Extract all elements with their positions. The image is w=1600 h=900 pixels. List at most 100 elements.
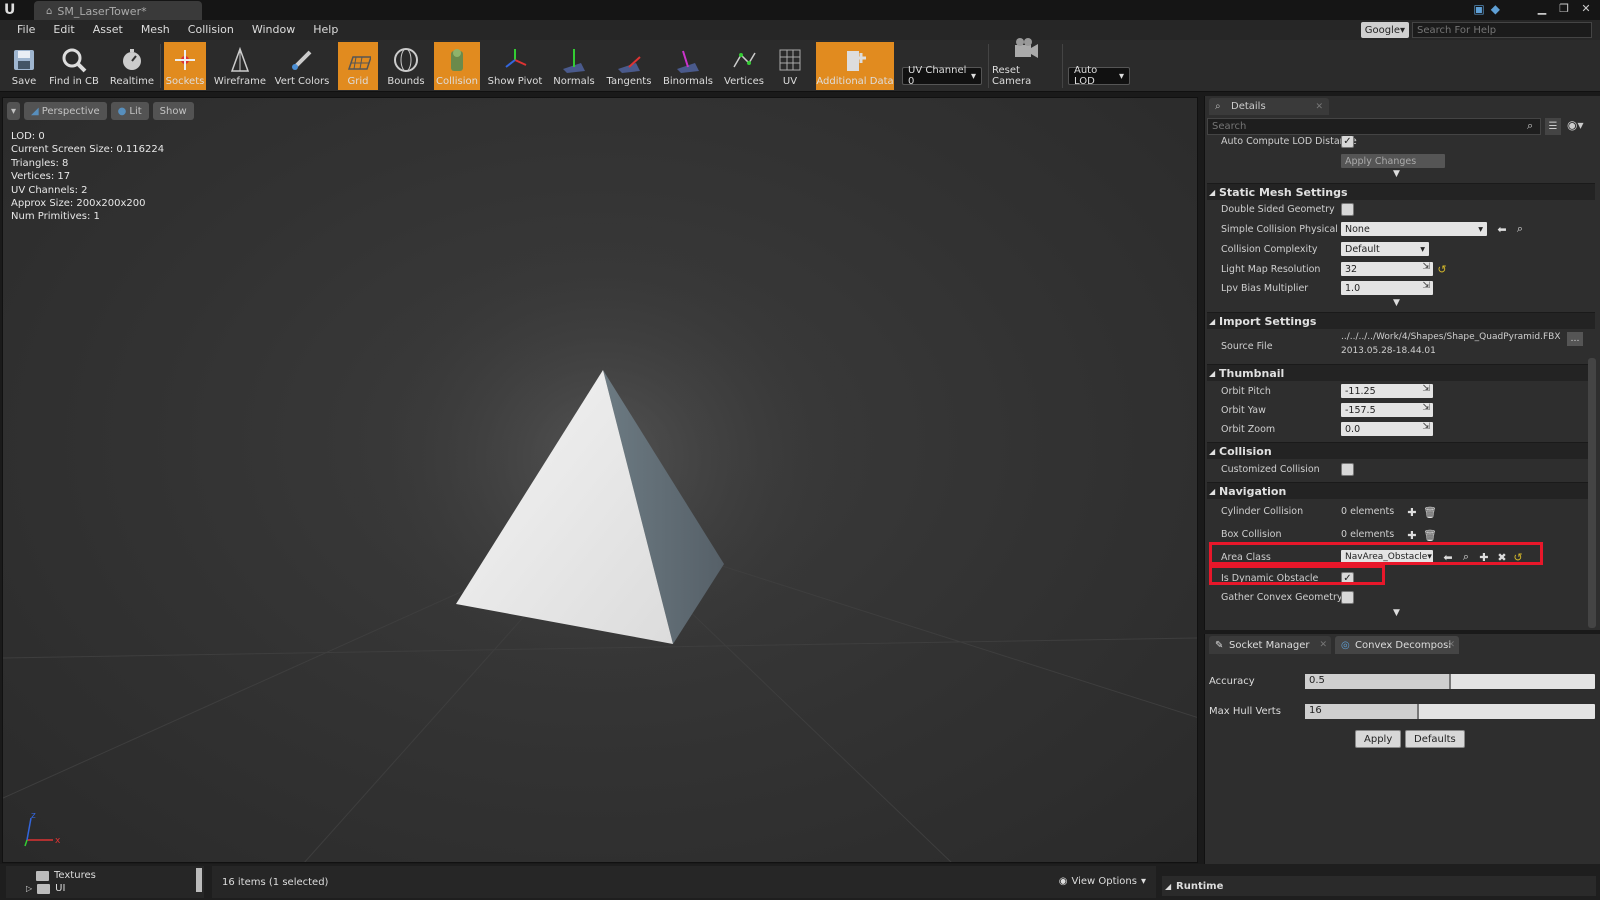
customized-collision-checkbox[interactable] xyxy=(1341,463,1354,476)
menu-edit[interactable]: Edit xyxy=(44,23,83,36)
menu-help[interactable]: Help xyxy=(304,23,347,36)
window-controls: ▁ ❐ ✕ xyxy=(1534,1,1594,15)
tangents-label: Tangents xyxy=(606,76,652,87)
tangents-button[interactable]: Tangents xyxy=(604,42,654,90)
additional-data-button[interactable]: Additional Data xyxy=(816,42,894,90)
max-hull-verts-slider[interactable]: 16 xyxy=(1305,704,1595,719)
close-icon[interactable]: ✕ xyxy=(1319,640,1327,650)
category-collision[interactable]: ◢ Collision xyxy=(1207,442,1595,459)
list-view-icon[interactable]: ☰ xyxy=(1545,118,1561,135)
uv-channel-dropdown[interactable]: UV Channel 0 ▾ xyxy=(902,65,982,87)
menu-file[interactable]: File xyxy=(8,23,44,36)
expand-arrow-icon[interactable]: ▼ xyxy=(1393,169,1400,179)
normals-button[interactable]: Normals xyxy=(550,42,598,90)
browse-file-button[interactable]: … xyxy=(1567,332,1583,346)
details-scrollbar[interactable] xyxy=(1588,358,1596,628)
category-thumbnail[interactable]: ◢ Thumbnail xyxy=(1207,364,1595,381)
details-search-input[interactable] xyxy=(1207,118,1541,135)
browse-search-icon[interactable]: ⌕ xyxy=(1513,222,1527,236)
defaults-button[interactable]: Defaults xyxy=(1405,730,1465,748)
home-icon: ⌂ xyxy=(46,6,53,17)
menu-collision[interactable]: Collision xyxy=(179,23,243,36)
sockets-button[interactable]: Sockets xyxy=(164,42,206,90)
document-tab[interactable]: ⌂ SM_LaserTower* xyxy=(34,1,202,20)
vertices-button[interactable]: Vertices xyxy=(720,42,768,90)
wireframe-button[interactable]: Wireframe xyxy=(212,42,268,90)
menu-window[interactable]: Window xyxy=(243,23,304,36)
tab-socket-manager[interactable]: ✎ Socket Manager ✕ xyxy=(1209,636,1331,654)
chevron-down-icon: ▾ xyxy=(1420,243,1425,255)
bounds-button[interactable]: Bounds xyxy=(384,42,428,90)
vert-colors-button[interactable]: Vert Colors xyxy=(272,42,332,90)
runtime-category[interactable]: ◢ Runtime xyxy=(1162,876,1596,896)
sockets-icon xyxy=(171,46,199,74)
simple-collision-dropdown[interactable]: None ▾ xyxy=(1341,222,1487,236)
uv-button[interactable]: UV xyxy=(772,42,808,90)
find-in-cb-button[interactable]: Find in CB xyxy=(48,42,100,90)
expand-arrow-icon[interactable]: ▼ xyxy=(1393,608,1400,618)
close-icon[interactable]: ✕ xyxy=(1578,1,1594,15)
normals-label: Normals xyxy=(553,76,595,87)
perspective-label: Perspective xyxy=(41,105,100,117)
binormals-button[interactable]: Binormals xyxy=(660,42,716,90)
light-map-input[interactable]: 32 xyxy=(1341,262,1433,276)
trash-icon[interactable]: 🗑 xyxy=(1423,528,1437,542)
accuracy-slider-handle[interactable] xyxy=(1449,674,1451,689)
uv-label: UV xyxy=(782,76,798,87)
trash-icon[interactable]: 🗑 xyxy=(1423,505,1437,519)
gather-convex-checkbox[interactable] xyxy=(1341,591,1354,604)
reset-camera-button[interactable]: Reset Camera xyxy=(992,38,1058,90)
double-sided-checkbox[interactable] xyxy=(1341,203,1354,216)
auto-lod-dropdown[interactable]: Auto LOD ▾ xyxy=(1068,65,1130,87)
viewport-options-dropdown[interactable]: ▾ xyxy=(7,102,21,120)
category-static-mesh-settings[interactable]: ◢ Static Mesh Settings xyxy=(1207,183,1595,200)
orbit-pitch-input[interactable]: -11.25 xyxy=(1341,384,1433,398)
orbit-yaw-input[interactable]: -157.5 xyxy=(1341,403,1433,417)
menu-mesh[interactable]: Mesh xyxy=(132,23,179,36)
use-selected-arrow-icon[interactable]: ⬅ xyxy=(1495,222,1509,236)
lit-button[interactable]: ● Lit xyxy=(110,102,149,120)
folder-textures[interactable]: Textures xyxy=(36,870,96,881)
minimize-icon[interactable]: ▁ xyxy=(1534,1,1550,15)
additional-data-label: Additional Data xyxy=(816,76,894,87)
maximize-icon[interactable]: ❐ xyxy=(1556,1,1572,15)
auto-compute-lod-checkbox[interactable]: ✓ xyxy=(1341,136,1354,148)
orbit-zoom-input[interactable]: 0.0 xyxy=(1341,422,1433,436)
perspective-button[interactable]: ◢ Perspective xyxy=(24,102,107,120)
help-search-input[interactable] xyxy=(1412,22,1592,38)
save-button[interactable]: Save xyxy=(4,42,44,90)
expand-arrow-icon[interactable]: ▷ xyxy=(26,884,32,893)
search-provider-dropdown[interactable]: Google ▾ xyxy=(1360,22,1409,38)
max-hull-slider-handle[interactable] xyxy=(1417,704,1420,719)
chat-icon[interactable]: ▣ xyxy=(1473,2,1484,16)
grid-button[interactable]: Grid xyxy=(338,42,378,90)
close-icon[interactable]: ✕ xyxy=(1315,102,1323,112)
collision-button[interactable]: Collision xyxy=(434,42,480,90)
folder-ui[interactable]: ▷ UI xyxy=(26,883,65,894)
eye-icon[interactable]: ◉▾ xyxy=(1567,118,1584,132)
stat-vertices: Vertices: 17 xyxy=(11,171,71,183)
mesh-viewport[interactable]: ▾ ◢ Perspective ● Lit Show LOD: 0 Curren… xyxy=(2,97,1198,863)
close-icon[interactable]: ✕ xyxy=(1447,640,1455,650)
apply-button[interactable]: Apply xyxy=(1355,730,1402,748)
source-control-icon[interactable]: ◆ xyxy=(1491,2,1500,16)
show-pivot-button[interactable]: Show Pivot xyxy=(486,42,544,90)
view-options-button[interactable]: ◉ View Options ▾ xyxy=(1059,876,1146,887)
realtime-button[interactable]: Realtime xyxy=(108,42,156,90)
reset-default-icon[interactable]: ↺ xyxy=(1435,262,1449,276)
tab-convex-decomposition[interactable]: ◎ Convex Decomposi ✕ xyxy=(1335,636,1459,654)
add-plus-icon[interactable]: ✚ xyxy=(1405,505,1419,519)
lpv-bias-input[interactable]: 1.0 xyxy=(1341,281,1433,295)
accuracy-slider[interactable]: 0.5 xyxy=(1305,674,1595,689)
tree-splitter[interactable] xyxy=(196,868,202,892)
double-sided-label: Double Sided Geometry xyxy=(1221,204,1335,215)
apply-changes-button[interactable]: Apply Changes xyxy=(1341,154,1445,168)
category-navigation[interactable]: ◢ Navigation xyxy=(1207,482,1595,499)
collision-complexity-dropdown[interactable]: Default ▾ xyxy=(1341,242,1429,256)
show-button[interactable]: Show xyxy=(152,102,194,120)
menu-asset[interactable]: Asset xyxy=(84,23,132,36)
details-tab[interactable]: ⌕ Details ✕ xyxy=(1209,98,1329,115)
add-plus-icon[interactable]: ✚ xyxy=(1405,528,1419,542)
expand-arrow-icon[interactable]: ▼ xyxy=(1393,298,1400,308)
category-import-settings[interactable]: ◢ Import Settings xyxy=(1207,312,1595,329)
